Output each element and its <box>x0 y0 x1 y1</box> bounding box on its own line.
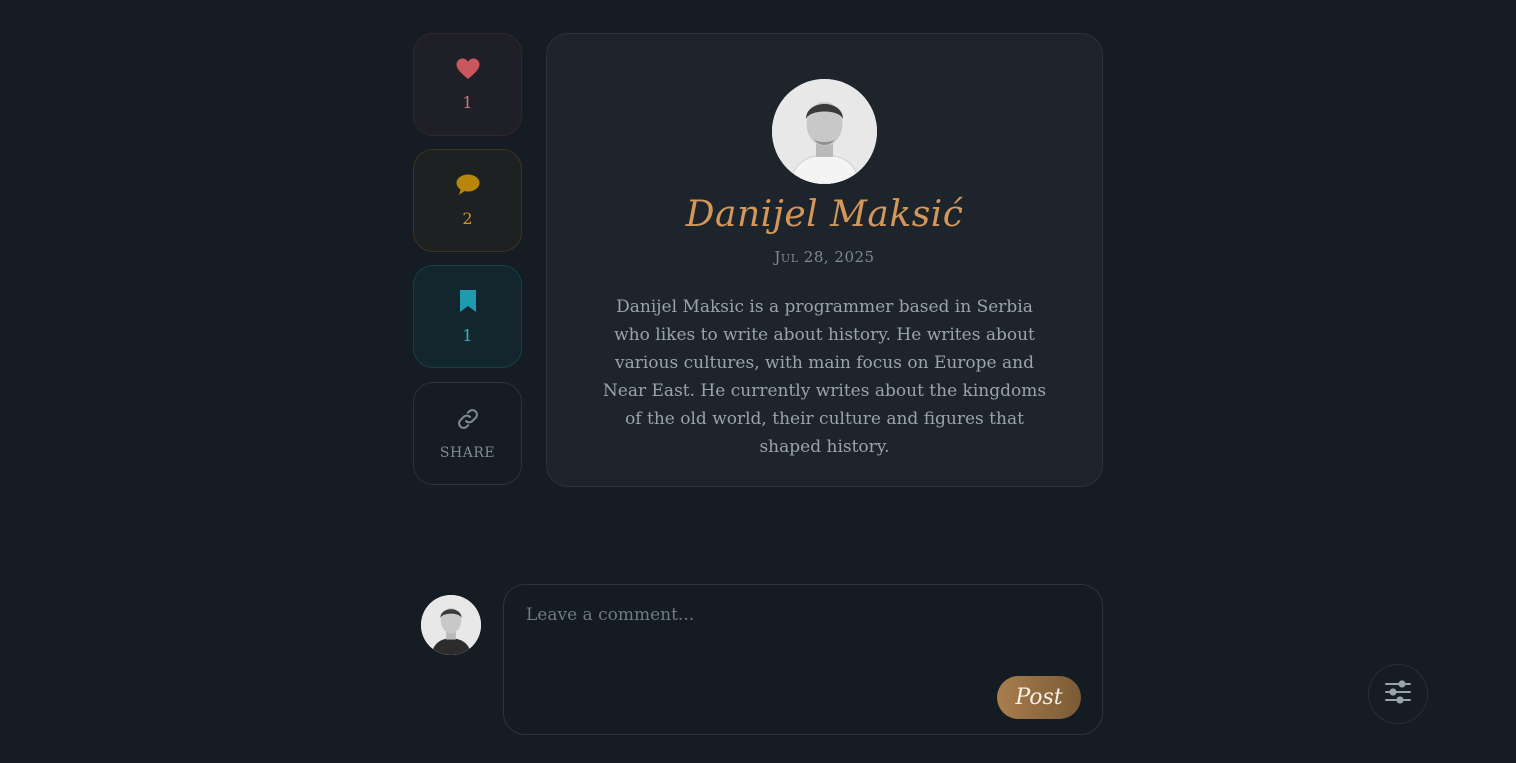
speech-bubble-icon <box>456 174 480 200</box>
author-avatar[interactable] <box>772 79 877 184</box>
settings-button[interactable] <box>1368 664 1428 724</box>
share-button[interactable]: SHARE <box>413 382 522 485</box>
publish-date: Jul 28, 2025 <box>774 248 875 266</box>
author-bio: Danijel Maksic is a programmer based in … <box>602 297 1047 457</box>
author-card: Danijel Maksić Jul 28, 2025 Danijel Maks… <box>546 33 1103 487</box>
bookmark-button[interactable]: 1 <box>413 265 522 368</box>
comment-count: 2 <box>462 208 473 228</box>
link-icon <box>456 407 480 435</box>
comment-composer: Post <box>503 584 1103 735</box>
share-label: SHARE <box>439 444 496 461</box>
current-user-avatar <box>421 595 481 655</box>
bookmark-count: 1 <box>462 325 473 345</box>
like-button[interactable]: 1 <box>413 33 522 136</box>
bookmark-icon <box>459 289 477 317</box>
author-name[interactable]: Danijel Maksić <box>547 194 1102 235</box>
comment-input[interactable] <box>524 603 1068 677</box>
comment-button[interactable]: 2 <box>413 149 522 252</box>
post-button[interactable]: Post <box>997 676 1081 719</box>
like-count: 1 <box>462 92 473 112</box>
article-footer: 1 2 1 SHARE Danijel Maksić Jul 28, 2025 … <box>0 0 1516 763</box>
sliders-icon <box>1384 680 1412 708</box>
heart-icon <box>456 58 480 84</box>
